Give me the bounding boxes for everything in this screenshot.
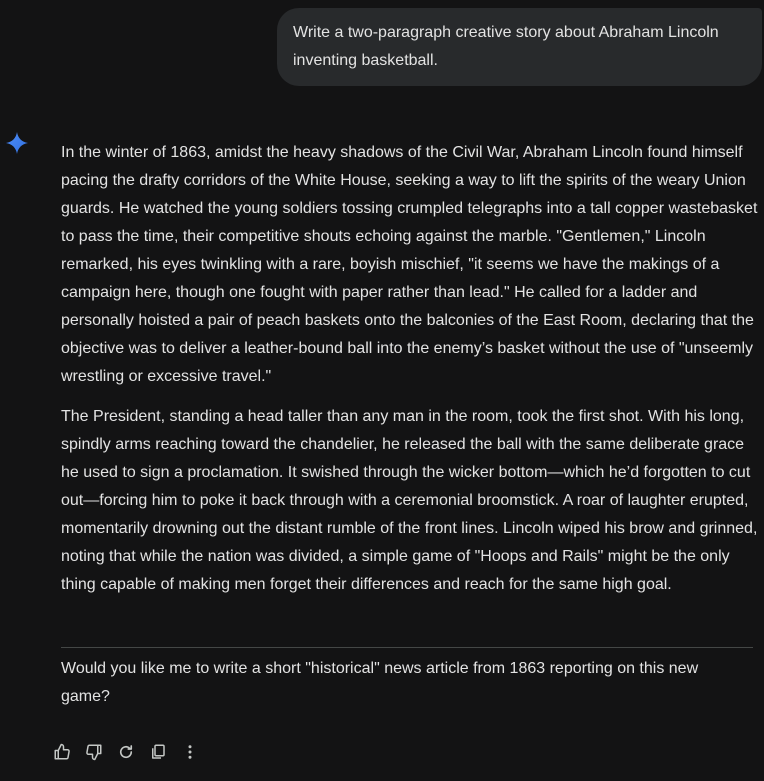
thumbs-down-button[interactable] bbox=[84, 742, 104, 762]
gemini-sparkle-icon bbox=[5, 131, 29, 155]
redo-button[interactable] bbox=[116, 742, 136, 762]
more-options-button[interactable] bbox=[180, 742, 200, 762]
copy-icon bbox=[149, 743, 167, 761]
response-paragraph-2: The President, standing a head taller th… bbox=[61, 408, 758, 593]
chat-page: Write a two-paragraph creative story abo… bbox=[0, 0, 764, 781]
response-actions-bar bbox=[52, 740, 212, 764]
followup-question: Would you like me to write a short "hist… bbox=[61, 660, 699, 705]
user-prompt-text: Write a two-paragraph creative story abo… bbox=[293, 24, 719, 69]
copy-button[interactable] bbox=[148, 742, 168, 762]
thumbs-up-button[interactable] bbox=[52, 742, 72, 762]
response-paragraph-1: In the winter of 1863, amidst the heavy … bbox=[61, 144, 758, 385]
user-prompt-bubble: Write a two-paragraph creative story abo… bbox=[277, 8, 762, 86]
more-vert-icon bbox=[181, 743, 199, 761]
model-response: In the winter of 1863, amidst the heavy … bbox=[61, 139, 761, 599]
redo-icon bbox=[117, 743, 135, 761]
thumbs-down-icon bbox=[85, 743, 103, 761]
thumbs-up-icon bbox=[53, 743, 71, 761]
divider bbox=[61, 647, 753, 648]
